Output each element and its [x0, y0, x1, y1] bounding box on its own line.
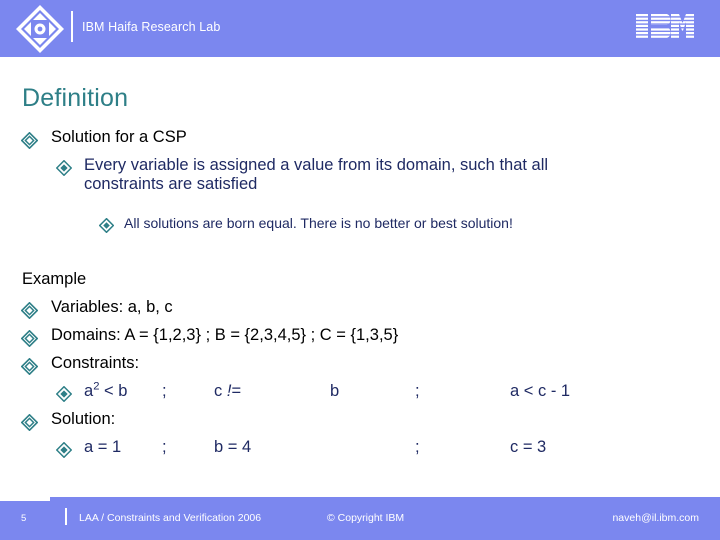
- diamond-bullet-icon: [21, 414, 38, 431]
- bullet-text-line1: Every variable is assigned a value from …: [84, 156, 549, 174]
- footer-page-number: 5: [21, 513, 27, 524]
- constraint-base: a: [84, 382, 94, 400]
- footer-corner-notch: [0, 497, 50, 501]
- footer-divider: [65, 508, 67, 525]
- bullet-text: All solutions are born equal. There is n…: [124, 215, 513, 231]
- header-divider: [71, 11, 73, 42]
- constraints-expression-row: a2 < b; c != b; a < c - 1: [56, 381, 571, 402]
- bullet-solution-label: Solution:: [21, 410, 116, 431]
- bullet-text: Variables: a, b, c: [51, 298, 173, 316]
- constraint-expr-1: a2 < b: [84, 381, 162, 401]
- diamond-bullet-icon: [21, 302, 38, 319]
- bullet-text: Constraints:: [51, 354, 140, 372]
- footer-document-title: LAA / Constraints and Verification 2006: [79, 512, 262, 524]
- bullet-solution-for-csp: Solution for a CSP: [21, 128, 187, 149]
- diamond-bullet-icon: [56, 442, 72, 458]
- haifa-diamond-logo-icon: [14, 3, 66, 55]
- footer-email: naveh@il.ibm.com: [612, 512, 699, 524]
- solution-value-a: a = 1: [84, 438, 122, 456]
- bullet-text: Solution for a CSP: [51, 128, 187, 146]
- slide-header: IBM Haifa Research Lab: [0, 0, 720, 57]
- bullet-text: Domains: A = {1,2,3} ; B = {2,3,4,5} ; C…: [51, 326, 399, 344]
- bullet-all-solutions-equal: All solutions are born equal. There is n…: [99, 215, 513, 233]
- solution-separator-2: ;: [415, 438, 420, 456]
- bullet-constraints-label: Constraints:: [21, 354, 140, 375]
- bullet-variables: Variables: a, b, c: [21, 298, 173, 319]
- solution-values-row: a = 1; b = 4; c = 3: [56, 438, 547, 458]
- constraint-lhs: c: [214, 382, 227, 400]
- ibm-striped-logo-icon: [636, 14, 694, 38]
- solution-value-c: c = 3: [510, 438, 547, 456]
- diamond-bullet-icon: [21, 132, 38, 149]
- constraint-separator-2: ;: [415, 382, 420, 400]
- solution-value-b: b = 4: [214, 438, 252, 456]
- constraint-eq: =: [231, 382, 242, 400]
- bullet-every-variable: Every variable is assigned a value from …: [56, 156, 548, 194]
- constraint-expr-3: a < c - 1: [510, 382, 571, 400]
- slide: IBM Haifa Research Lab Definition Soluti…: [0, 0, 720, 540]
- constraint-separator-1: ;: [162, 382, 167, 400]
- page-title: Definition: [22, 84, 129, 112]
- diamond-bullet-icon: [99, 218, 114, 233]
- solution-separator-1: ;: [162, 438, 167, 456]
- bullet-text: Solution:: [51, 410, 116, 428]
- diamond-bullet-icon: [56, 160, 72, 176]
- diamond-bullet-icon: [21, 358, 38, 375]
- footer-copyright: © Copyright IBM: [327, 512, 405, 524]
- bullet-domains: Domains: A = {1,2,3} ; B = {2,3,4,5} ; C…: [21, 326, 399, 347]
- constraint-rhs: b: [330, 382, 340, 400]
- example-heading: Example: [22, 270, 87, 288]
- constraint-expr-2: c !=: [214, 382, 330, 401]
- header-org-title: IBM Haifa Research Lab: [82, 20, 221, 34]
- diamond-bullet-icon: [56, 386, 72, 402]
- constraint-rest: < b: [99, 382, 128, 400]
- diamond-bullet-icon: [21, 330, 38, 347]
- bullet-text-line2: constraints are satisfied: [84, 175, 258, 193]
